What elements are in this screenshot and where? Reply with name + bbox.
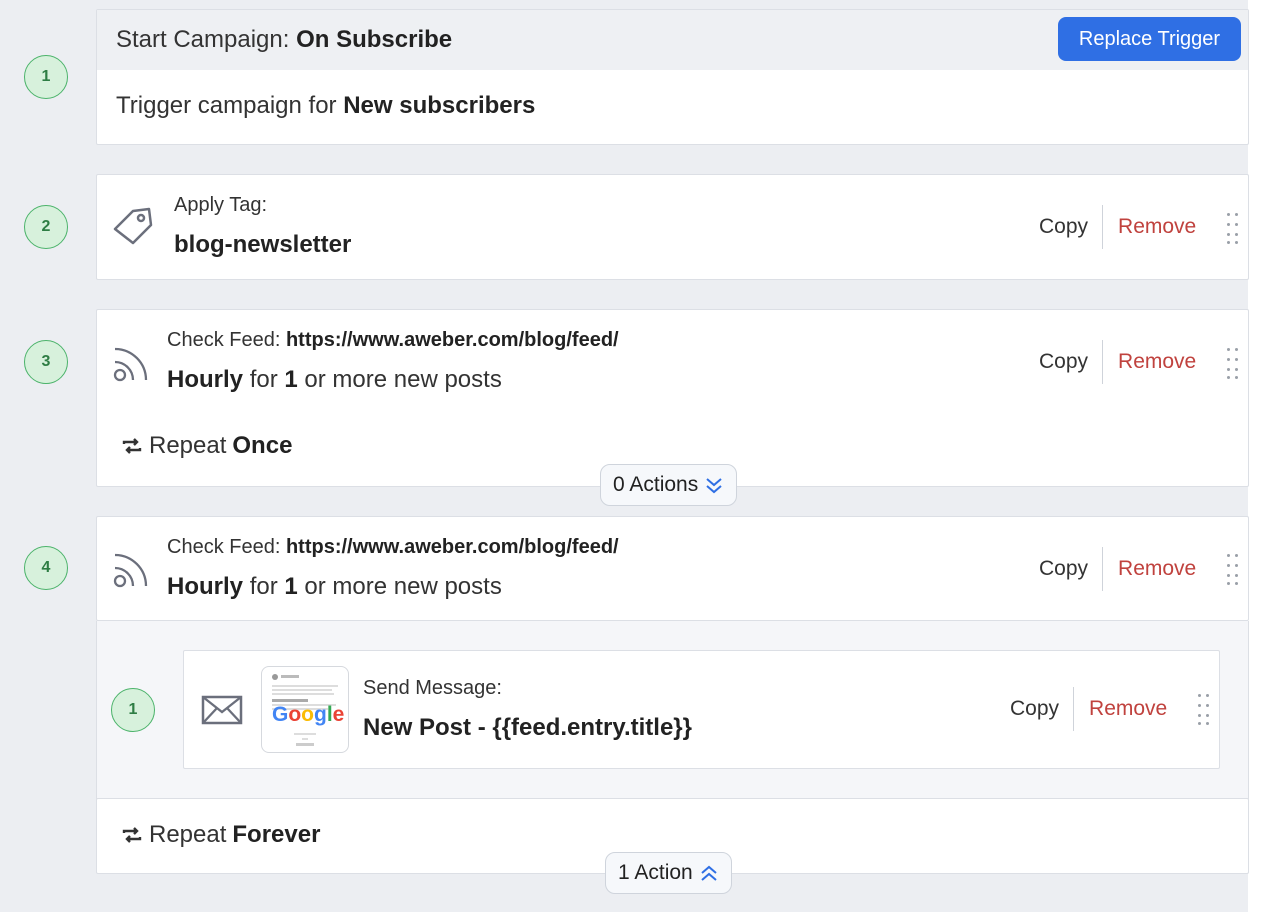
sub-step-actions: Copy Remove bbox=[1010, 687, 1167, 731]
drag-handle-icon[interactable] bbox=[1198, 694, 1212, 726]
step-label: Send Message: bbox=[363, 677, 502, 699]
repeat-label: Repeat bbox=[149, 821, 227, 848]
repeat-icon bbox=[122, 438, 142, 454]
step-label: Check Feed: bbox=[167, 536, 281, 558]
copy-button[interactable]: Copy bbox=[1039, 340, 1104, 384]
trigger-prefix: Start Campaign: bbox=[116, 26, 290, 53]
email-preview-image: Google bbox=[272, 674, 344, 746]
repeat-label: Repeat bbox=[149, 432, 227, 459]
remove-button[interactable]: Remove bbox=[1103, 205, 1196, 249]
feed-url: https://www.aweber.com/blog/feed/ bbox=[285, 536, 619, 558]
feed-tail: or more new posts bbox=[304, 366, 502, 393]
actions-toggle[interactable]: 0 Actions bbox=[600, 464, 738, 506]
trigger-body-prefix: Trigger campaign for bbox=[116, 92, 337, 119]
feed-url: https://www.aweber.com/blog/feed/ bbox=[285, 329, 619, 351]
tag-icon bbox=[113, 207, 153, 245]
step-actions: Copy Remove bbox=[1039, 547, 1196, 591]
feed-freq: Hourly bbox=[167, 573, 244, 600]
remove-button[interactable]: Remove bbox=[1103, 340, 1196, 384]
scrollbar-gutter bbox=[1248, 0, 1266, 912]
drag-handle-icon[interactable] bbox=[1227, 554, 1241, 586]
trigger-name: On Subscribe bbox=[296, 26, 453, 53]
remove-button[interactable]: Remove bbox=[1103, 547, 1196, 591]
feed-for: for bbox=[249, 366, 278, 393]
step-actions: Copy Remove bbox=[1039, 205, 1196, 249]
feed-count: 1 bbox=[284, 573, 298, 600]
repeat-value: Once bbox=[232, 432, 293, 459]
send-message-card[interactable]: Google Send Message: New Post - {{feed.e… bbox=[183, 650, 1220, 769]
step-number-badge: 4 bbox=[24, 546, 68, 590]
repeat-setting[interactable]: Repeat Once bbox=[121, 432, 292, 460]
step-number-badge: 2 bbox=[24, 205, 68, 249]
copy-button[interactable]: Copy bbox=[1010, 687, 1075, 731]
message-subject: New Post - {{feed.entry.title}} bbox=[363, 714, 692, 741]
drag-handle-icon[interactable] bbox=[1227, 348, 1241, 380]
feed-line: Check Feed: https://www.aweber.com/blog/… bbox=[167, 329, 619, 352]
feed-count: 1 bbox=[284, 366, 298, 393]
feed-freq: Hourly bbox=[167, 366, 244, 393]
check-feed-card[interactable]: Check Feed: https://www.aweber.com/blog/… bbox=[96, 309, 1249, 487]
feed-frequency: Hourly for 1 or more new posts bbox=[167, 366, 502, 394]
actions-count: 0 Actions bbox=[613, 473, 699, 496]
rss-icon bbox=[113, 347, 148, 382]
repeat-setting[interactable]: Repeat Forever bbox=[121, 821, 320, 849]
drag-handle-icon[interactable] bbox=[1227, 213, 1241, 245]
step-label: Apply Tag: bbox=[174, 194, 268, 216]
message-thumbnail[interactable]: Google bbox=[261, 666, 349, 753]
feed-line: Check Feed: https://www.aweber.com/blog/… bbox=[167, 536, 619, 559]
actions-count: 1 Action bbox=[618, 861, 693, 884]
actions-toggle[interactable]: 1 Action bbox=[605, 852, 732, 894]
chevron-double-up-icon bbox=[699, 863, 719, 883]
apply-tag-card[interactable]: Apply Tag: blog-newsletter Copy Remove bbox=[96, 174, 1249, 280]
rss-icon bbox=[113, 553, 148, 588]
trigger-audience: New subscribers bbox=[343, 92, 536, 119]
repeat-value: Forever bbox=[232, 821, 321, 848]
feed-for: for bbox=[249, 573, 278, 600]
sub-step-number-badge: 1 bbox=[111, 688, 155, 732]
step-number-badge: 3 bbox=[24, 340, 68, 384]
remove-button[interactable]: Remove bbox=[1074, 687, 1167, 731]
feed-frequency: Hourly for 1 or more new posts bbox=[167, 573, 502, 601]
trigger-description: Trigger campaign for New subscribers bbox=[116, 92, 535, 120]
step-number-badge: 1 bbox=[24, 55, 68, 99]
envelope-icon bbox=[201, 695, 243, 725]
repeat-icon bbox=[122, 827, 142, 843]
copy-button[interactable]: Copy bbox=[1039, 547, 1104, 591]
chevron-double-down-icon bbox=[704, 475, 724, 495]
svg-text:Google: Google bbox=[272, 703, 344, 726]
step-label: Check Feed: bbox=[167, 329, 281, 351]
feed-tail: or more new posts bbox=[304, 573, 502, 600]
trigger-card: Start Campaign: On Subscribe Replace Tri… bbox=[96, 9, 1249, 145]
copy-button[interactable]: Copy bbox=[1039, 205, 1104, 249]
replace-trigger-button[interactable]: Replace Trigger bbox=[1058, 17, 1241, 61]
step-actions: Copy Remove bbox=[1039, 340, 1196, 384]
tag-name: blog-newsletter bbox=[174, 231, 352, 258]
check-feed-card[interactable]: Check Feed: https://www.aweber.com/blog/… bbox=[96, 516, 1249, 621]
